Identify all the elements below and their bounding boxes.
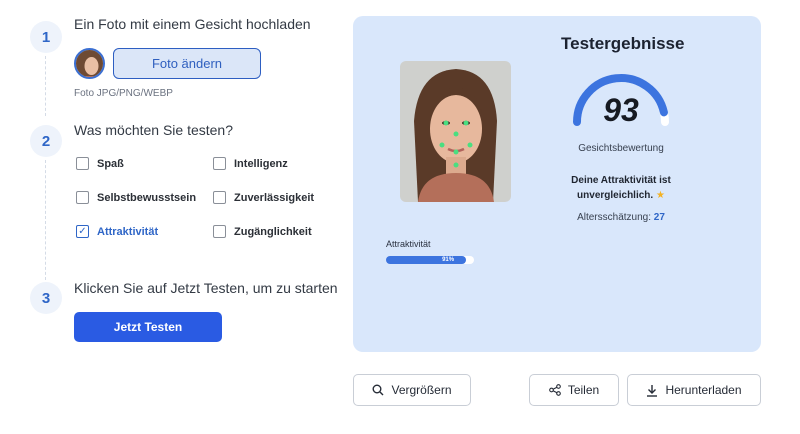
option-selbstbewusstsein[interactable]: Selbstbewusstsein [76,191,196,204]
option-attraktivitaet[interactable]: ✓ Attraktivität [76,225,158,238]
zoom-button[interactable]: Vergrößern [353,374,471,406]
step-1-badge: 1 [30,21,62,53]
step-3-title: Klicken Sie auf Jetzt Testen, um zu star… [74,280,338,296]
download-button[interactable]: Herunterladen [627,374,761,406]
option-spass[interactable]: Spaß [76,157,124,170]
checkbox[interactable] [213,157,226,170]
uploaded-photo-avatar [74,48,105,79]
step-1-title: Ein Foto mit einem Gesicht hochladen [74,16,311,32]
star-icon: ★ [655,190,665,201]
option-zugaenglichkeit[interactable]: Zugänglichkeit [213,225,312,238]
photo-format-hint: Foto JPG/PNG/WEBP [74,88,173,99]
avatar-face-image [76,50,103,77]
age-estimate: Altersschätzung: 27 [561,212,681,223]
attractiveness-progress-bar: 91% [386,256,474,264]
step-connector [45,56,46,116]
attractiveness-bar-label: Attraktivität [386,239,431,249]
zoom-label: Vergrößern [391,383,452,397]
analyzed-face-image [400,61,511,202]
results-panel: Testergebnisse 93 Gesichtsbewertung Dein… [353,16,761,352]
download-icon [647,384,658,397]
download-label: Herunterladen [665,383,742,397]
checkbox[interactable] [213,225,226,238]
checkbox-checked[interactable]: ✓ [76,225,89,238]
option-intelligenz[interactable]: Intelligenz [213,157,288,170]
checkbox[interactable] [213,191,226,204]
option-label: Spaß [97,157,124,170]
search-icon [372,384,384,396]
start-test-button[interactable]: Jetzt Testen [74,312,222,342]
change-photo-button[interactable]: Foto ändern [113,48,261,79]
share-button[interactable]: Teilen [529,374,619,406]
score-value: 93 [603,92,639,128]
age-value: 27 [653,212,665,223]
step-connector [45,160,46,280]
checkbox[interactable] [76,157,89,170]
results-title: Testergebnisse [561,34,685,53]
share-label: Teilen [567,383,600,397]
option-label: Zugänglichkeit [234,225,312,238]
option-label: Attraktivität [97,225,159,238]
step-3-badge: 3 [30,282,62,314]
face-image [400,61,511,202]
option-label: Zuverlässigkeit [234,191,315,204]
checkbox[interactable] [76,191,89,204]
progress-percent: 91% [442,257,455,263]
share-icon [548,384,561,396]
option-zuverlaessigkeit[interactable]: Zuverlässigkeit [213,191,314,204]
score-gauge: 93 [567,62,675,142]
step-2-badge: 2 [30,125,62,157]
option-label: Selbstbewusstsein [97,191,197,204]
step-2-title: Was möchten Sie testen? [74,122,234,138]
score-label: Gesichtsbewertung [578,143,664,154]
age-label: Altersschätzung: [577,212,652,223]
option-label: Intelligenz [234,157,288,170]
result-message: Deine Attraktivität ist unvergleichlich.… [561,173,681,203]
progress-fill: 91% [386,256,467,264]
